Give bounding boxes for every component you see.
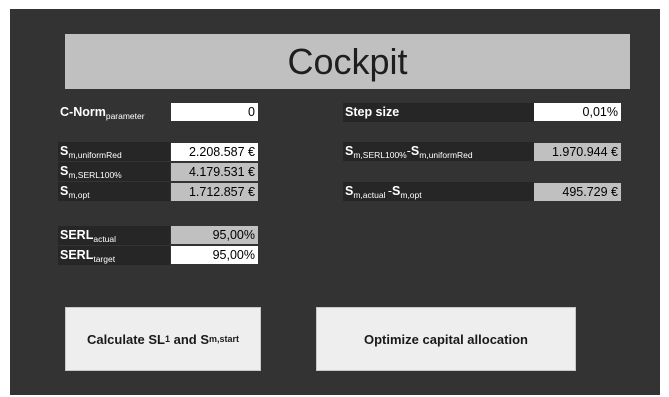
s-uniform-value: 2.208.587 €	[171, 143, 258, 161]
c-norm-label-sub: parameter	[105, 111, 145, 121]
serl-target-label: SERLtarget	[58, 246, 170, 265]
c-norm-label: C-Normparameter	[58, 103, 145, 122]
calculate-button[interactable]: Calculate SL 1 and Sm,start	[65, 307, 261, 371]
calculate-button-label: Calculate SL	[86, 331, 165, 347]
step-size-label-text: Step size	[345, 105, 400, 119]
serl-actual-label-text: SERL	[60, 228, 94, 242]
diff-b-sub: m,uniformRed	[419, 150, 473, 160]
c-norm-label-text: C-Norm	[60, 105, 106, 119]
diff-actual-opt-value: 495.729 €	[534, 183, 621, 201]
cockpit-panel: Cockpit C-Normparameter 0 Step size 0,01…	[10, 9, 660, 395]
diff-serl-uniform-label: Sm,SERL100%-Sm,uniformRed	[343, 142, 534, 161]
s-opt-value: 1.712.857 €	[171, 183, 258, 201]
serl-actual-label-sub: actual	[93, 234, 117, 244]
s-serl100-value: 4.179.531 €	[171, 163, 258, 181]
serl-target-input[interactable]: 95,00%	[171, 246, 258, 264]
calculate-button-sub2: m,start	[209, 334, 240, 344]
diff-actual-opt-label: Sm,actual -Sm,opt	[343, 182, 534, 201]
diff2-b-sub: m,opt	[400, 190, 422, 200]
s-opt-label: Sm,opt	[58, 182, 170, 201]
c-norm-input[interactable]: 0	[171, 103, 258, 121]
diff-b-label: S	[410, 144, 420, 158]
calculate-button-mid: and S	[170, 331, 210, 347]
step-size-label: Step size	[343, 103, 534, 122]
optimize-button[interactable]: Optimize capital allocation	[316, 307, 576, 371]
diff2-a-sub: m,actual	[353, 190, 388, 200]
serl-actual-value: 95,00%	[171, 226, 258, 244]
serl-target-label-sub: target	[93, 254, 116, 264]
s-uniform-label: Sm,uniformRed	[58, 142, 170, 161]
s-serl100-label-sub: m,SERL100%	[68, 170, 122, 180]
s-uniform-label-sub: m,uniformRed	[68, 150, 122, 160]
serl-actual-label: SERLactual	[58, 226, 170, 245]
diff-a-sub: m,SERL100%	[353, 150, 407, 160]
s-serl100-label: Sm,SERL100%	[58, 162, 170, 181]
page-title: Cockpit	[65, 34, 630, 89]
serl-target-label-text: SERL	[60, 248, 94, 262]
step-size-input[interactable]: 0,01%	[534, 103, 621, 121]
s-opt-label-sub: m,opt	[68, 190, 90, 200]
page-title-text: Cockpit	[287, 40, 408, 82]
optimize-button-label: Optimize capital allocation	[364, 331, 528, 347]
diff-serl-uniform-value: 1.970.944 €	[534, 143, 621, 161]
